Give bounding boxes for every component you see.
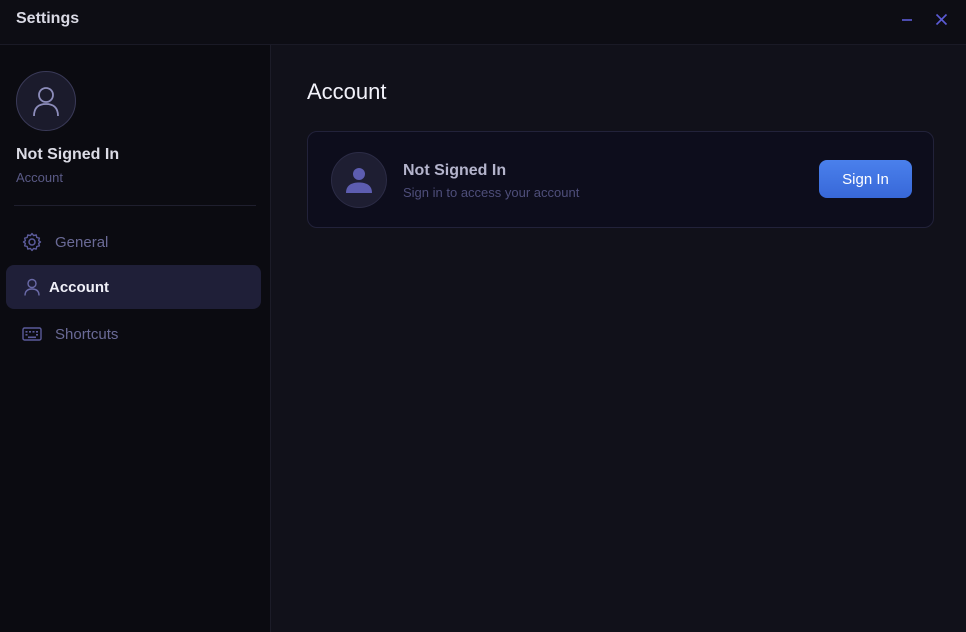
sidebar-item-label: Account [49,278,109,296]
user-filled-icon [346,168,372,193]
sidebar-item-label: Shortcuts [55,325,119,343]
account-status-subtitle: Sign in to access your account [403,185,580,200]
close-button[interactable] [930,9,952,29]
sidebar-item-label: General [55,233,109,251]
sidebar-item-shortcuts[interactable]: Shortcuts [6,312,261,356]
avatar [331,152,387,208]
keyboard-icon [22,324,42,344]
sidebar: Not Signed In Account General Account Sh… [0,45,271,632]
sidebar-item-general[interactable]: General [6,220,261,264]
gear-icon [22,232,42,252]
minimize-button[interactable] [896,9,918,29]
account-status-title: Not Signed In [403,162,507,179]
main-content: Account Not Signed In Sign in to access … [272,46,966,632]
avatar [16,71,76,131]
user-icon [33,87,59,117]
minimize-icon [902,19,912,21]
close-icon [935,13,947,25]
sidebar-item-account[interactable]: Account [6,265,261,309]
window-title: Settings [16,10,80,27]
sidebar-divider [14,205,256,206]
page-title: Account [307,79,387,104]
user-icon [22,277,42,297]
account-card: Not Signed In Sign in to access your acc… [307,131,934,228]
profile-name: Not Signed In [16,146,120,163]
profile-subtitle: Account [16,170,63,185]
settings-window: Settings Not Signed In Account General A… [0,0,966,632]
title-bar: Settings [0,0,966,45]
sign-in-button[interactable]: Sign In [819,160,912,198]
